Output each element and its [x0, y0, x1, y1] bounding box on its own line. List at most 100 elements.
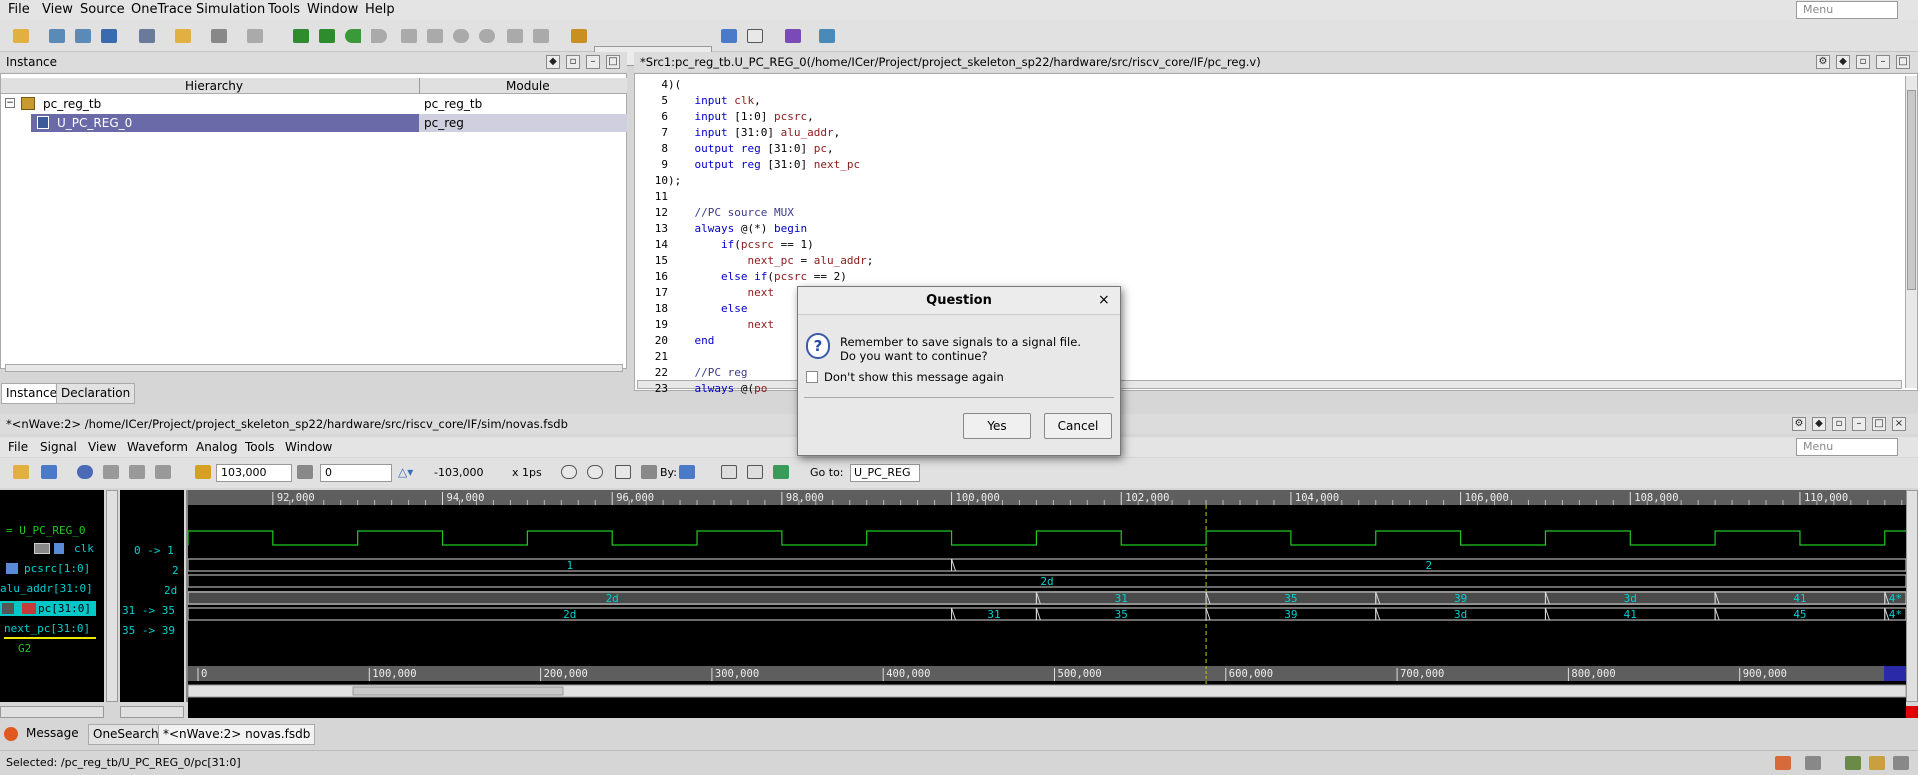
open-icon[interactable]	[10, 26, 32, 46]
module-column-header[interactable]: Module	[506, 79, 550, 93]
close-icon[interactable]: ×	[1892, 417, 1906, 431]
pin-icon[interactable]: ◆	[546, 55, 560, 69]
trace-icon[interactable]	[504, 26, 526, 46]
zoom-fit-icon[interactable]	[612, 462, 634, 482]
names-hscrollbar[interactable]	[0, 706, 104, 718]
stop-icon[interactable]	[450, 26, 472, 46]
tool-b-icon[interactable]	[1866, 753, 1888, 773]
layout-icon[interactable]	[1802, 753, 1824, 773]
signal-pcsrc[interactable]: pcsrc[1:0]	[24, 562, 90, 575]
folder-icon[interactable]	[172, 26, 194, 46]
horizontal-scrollbar[interactable]	[5, 364, 623, 372]
undock-icon[interactable]: ▫	[566, 55, 580, 69]
dont-show-checkbox[interactable]	[806, 371, 818, 383]
nav-down-icon[interactable]	[316, 26, 338, 46]
reload-icon[interactable]	[38, 462, 60, 482]
collapse-icon[interactable]: −	[5, 98, 15, 108]
find-icon[interactable]	[744, 26, 766, 46]
menu-onetrace[interactable]: OneTrace	[131, 2, 192, 17]
search-by-icon[interactable]	[676, 462, 698, 482]
marker-icon[interactable]	[294, 462, 316, 482]
group-label[interactable]: = U_PC_REG_0	[6, 524, 85, 537]
tab-onesearch[interactable]: OneSearch	[88, 724, 164, 745]
minimize-icon[interactable]: –	[1852, 417, 1866, 431]
goto-icon[interactable]	[770, 462, 792, 482]
settings-icon[interactable]: ⚙	[1792, 417, 1806, 431]
vertical-scrollbar[interactable]	[1905, 76, 1917, 388]
menu-search-input[interactable]: Menu	[1796, 1, 1898, 19]
open-icon[interactable]	[10, 462, 32, 482]
step-icon[interactable]	[398, 26, 420, 46]
run-icon[interactable]	[424, 26, 446, 46]
home-icon[interactable]	[1772, 753, 1794, 773]
cursor-time-field[interactable]: 103,000	[216, 464, 292, 482]
tool-a-icon[interactable]	[1842, 753, 1864, 773]
nwave-menu-search[interactable]: Menu	[1796, 438, 1898, 456]
minimize-icon[interactable]: –	[1876, 55, 1890, 69]
maximize-icon[interactable]: □	[1872, 417, 1886, 431]
waveform-area[interactable]: 92,000 94,000 96,000 98,000 100,000 102,000 10…	[103, 490, 1918, 718]
memory-icon[interactable]	[568, 26, 590, 46]
copy-icon[interactable]	[244, 26, 266, 46]
nwave-menu-file[interactable]: File	[8, 440, 28, 454]
fullscreen-icon[interactable]	[1890, 753, 1912, 773]
search-prev-icon[interactable]	[718, 462, 740, 482]
edit-icon[interactable]	[208, 26, 230, 46]
nwave-menu-analog[interactable]: Analog	[196, 440, 237, 454]
zoom-in-icon[interactable]	[584, 462, 606, 482]
cancel-button[interactable]: Cancel	[1044, 413, 1112, 439]
cloud-icon[interactable]	[816, 26, 838, 46]
zoom-cursor-icon[interactable]	[638, 462, 660, 482]
pin-icon[interactable]: ◆	[1812, 417, 1826, 431]
paste-icon[interactable]	[152, 462, 174, 482]
tab-nwave[interactable]: *<nWave:2> novas.fsdb	[158, 724, 316, 745]
undock-icon[interactable]: ▫	[1856, 55, 1870, 69]
undock-icon[interactable]: ▫	[1832, 417, 1846, 431]
yes-button[interactable]: Yes	[963, 413, 1031, 439]
menu-source[interactable]: Source	[80, 2, 125, 17]
undo-icon[interactable]	[74, 462, 96, 482]
close-icon[interactable]: ×	[1098, 292, 1110, 308]
back-arrow-icon[interactable]	[342, 26, 364, 46]
search-next-icon[interactable]	[744, 462, 766, 482]
menu-simulation[interactable]: Simulation	[196, 2, 265, 17]
tab-message[interactable]: Message	[22, 724, 83, 743]
cursor-icon[interactable]	[192, 462, 214, 482]
marker-time-field[interactable]: 0	[320, 464, 392, 482]
values-hscrollbar[interactable]	[120, 706, 184, 718]
tab-declaration[interactable]: Declaration	[56, 383, 136, 404]
menu-help[interactable]: Help	[365, 2, 395, 17]
menu-tools[interactable]: Tools	[268, 2, 300, 17]
group-g2[interactable]: G2	[18, 642, 31, 655]
connect-icon[interactable]	[530, 26, 552, 46]
minimize-icon[interactable]: –	[586, 55, 600, 69]
tree-row[interactable]: U_PC_REG_0 pc_reg	[1, 114, 627, 132]
breakpoint-icon[interactable]	[476, 26, 498, 46]
nwave-menu-signal[interactable]: Signal	[40, 440, 77, 454]
copy-icon[interactable]	[126, 462, 148, 482]
tab-instance[interactable]: Instance	[1, 383, 63, 404]
menu-window[interactable]: Window	[307, 2, 358, 17]
zoom-out-icon[interactable]	[558, 462, 580, 482]
signal-pc[interactable]: pc[31:0]	[38, 602, 91, 615]
forward-arrow-icon[interactable]	[368, 26, 390, 46]
goto-select[interactable]: U_PC_REG	[850, 464, 920, 482]
signal-alu-addr[interactable]: alu_addr[31:0]	[0, 582, 93, 595]
nwave-menu-waveform[interactable]: Waveform	[127, 440, 188, 454]
maximize-icon[interactable]: □	[606, 55, 620, 69]
signal-next-pc[interactable]: next_pc[31:0]	[4, 622, 90, 635]
search-icon[interactable]	[718, 26, 740, 46]
maximize-icon[interactable]: □	[1896, 55, 1910, 69]
nwave-menu-view[interactable]: View	[88, 440, 116, 454]
schematic-icon[interactable]	[72, 26, 94, 46]
select-icon[interactable]	[136, 26, 158, 46]
wave-vscrollbar[interactable]	[1906, 490, 1918, 702]
pin-icon[interactable]: ◆	[1836, 55, 1850, 69]
menu-view[interactable]: View	[42, 2, 73, 17]
hierarchy-icon[interactable]	[46, 26, 68, 46]
signal-clk[interactable]: clk	[74, 542, 94, 555]
tree-row[interactable]: − pc_reg_tb pc_reg_tb	[1, 95, 627, 113]
menu-file[interactable]: File	[8, 2, 30, 17]
nwave-menu-window[interactable]: Window	[285, 440, 332, 454]
nwave-menu-tools[interactable]: Tools	[245, 440, 275, 454]
